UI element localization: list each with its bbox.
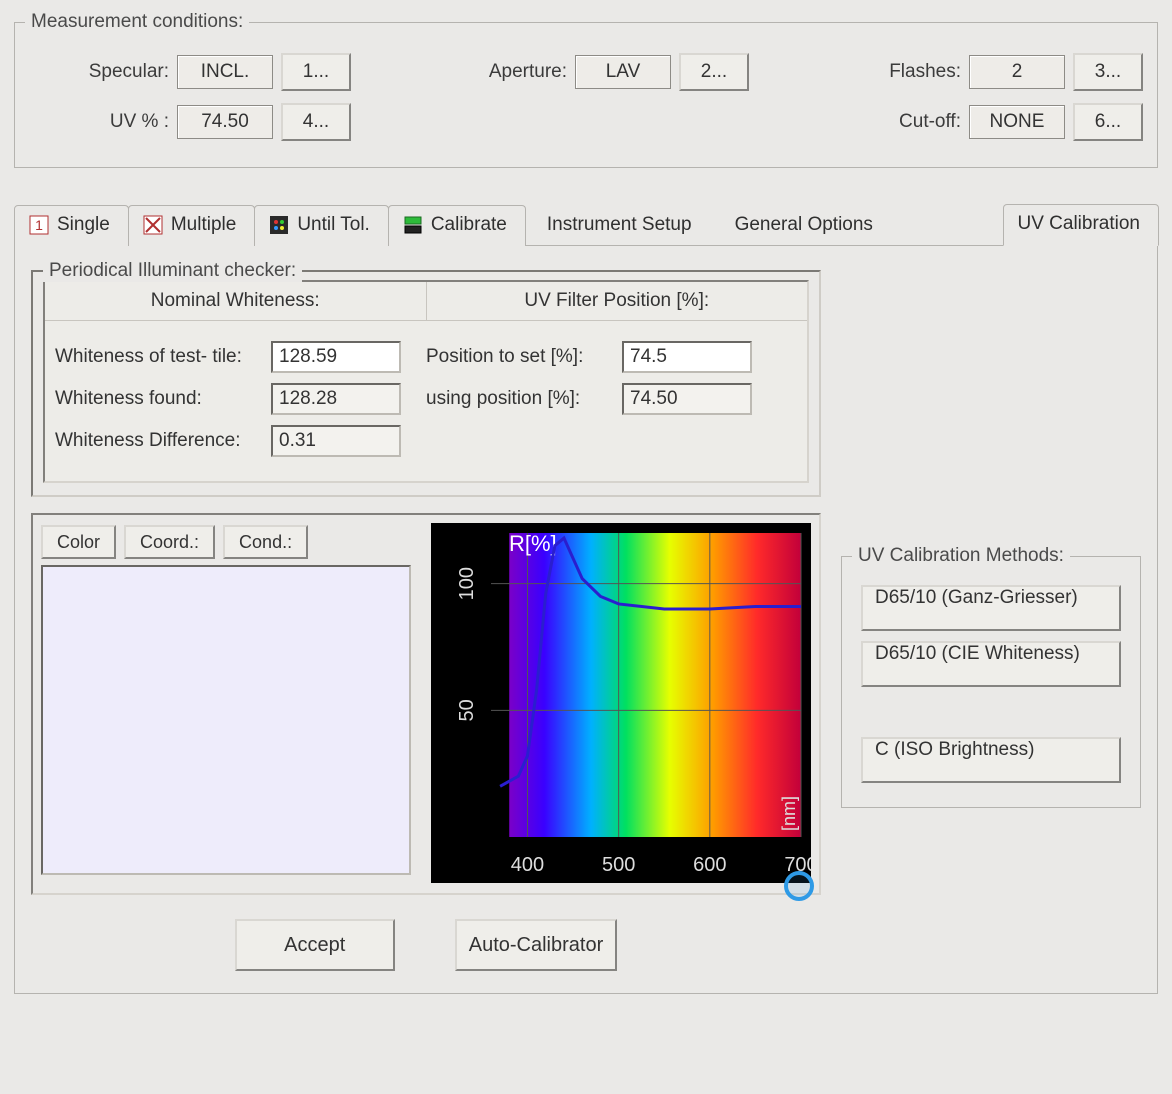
- svg-text:[nm]: [nm]: [779, 796, 799, 831]
- cutoff-value: NONE: [969, 105, 1065, 139]
- checker-legend: Periodical Illuminant checker:: [43, 260, 302, 282]
- tab-calibrate[interactable]: Calibrate: [388, 205, 526, 246]
- uv-calibration-methods-legend: UV Calibration Methods:: [852, 545, 1070, 567]
- tab-calibrate-label: Calibrate: [431, 214, 507, 236]
- whiteness-found-value: [271, 383, 401, 415]
- tab-instrument-setup[interactable]: Instrument Setup: [525, 206, 714, 246]
- uv-label: UV % :: [29, 111, 169, 133]
- tab-until-tol[interactable]: Until Tol.: [254, 205, 389, 246]
- flashes-button[interactable]: 3...: [1073, 53, 1143, 91]
- preview-and-chart-area: Color Coord.: Cond.: 400 500 600 700 50 100 R[…: [31, 513, 821, 895]
- uv-value: 74.50: [177, 105, 273, 139]
- whiteness-test-tile-input[interactable]: [271, 341, 401, 373]
- calibrate-icon: [403, 215, 423, 235]
- uv-calibration-panel: Periodical Illuminant checker: Nominal W…: [14, 246, 1158, 994]
- svg-text:700: 700: [784, 854, 811, 876]
- flashes-value: 2: [969, 55, 1065, 89]
- method-c-iso-brightness-button[interactable]: C (ISO Brightness): [861, 737, 1121, 783]
- measurement-conditions-legend: Measurement conditions:: [25, 11, 249, 33]
- using-position-value: [622, 383, 752, 415]
- flashes-label: Flashes:: [861, 61, 961, 83]
- svg-text:R[%]: R[%]: [509, 531, 557, 556]
- single-icon: 1: [29, 215, 49, 235]
- measurement-conditions-group: Measurement conditions: Specular: INCL. …: [14, 22, 1158, 168]
- uv-filter-position-header: UV Filter Position [%]:: [426, 282, 808, 321]
- svg-text:1: 1: [35, 217, 43, 233]
- method-d65-ganz-griesser-button[interactable]: D65/10 (Ganz-Griesser): [861, 585, 1121, 631]
- svg-text:400: 400: [511, 854, 544, 876]
- whiteness-difference-label: Whiteness Difference:: [55, 430, 265, 452]
- until-tol-icon: [269, 215, 289, 235]
- uv-calibration-methods-group: UV Calibration Methods: D65/10 (Ganz-Gri…: [841, 556, 1141, 808]
- subtab-color[interactable]: Color: [41, 525, 116, 559]
- tab-single-label: Single: [57, 214, 110, 236]
- aperture-label: Aperture:: [457, 61, 567, 83]
- multiple-icon: [143, 215, 163, 235]
- tab-strip: 1 Single Multiple Until Tol. Calibrate I…: [14, 204, 1158, 246]
- tab-uv-calibration[interactable]: UV Calibration: [1003, 204, 1160, 246]
- svg-text:50: 50: [456, 699, 478, 721]
- tab-multiple[interactable]: Multiple: [128, 205, 255, 246]
- specular-label: Specular:: [29, 61, 169, 83]
- svg-text:500: 500: [602, 854, 635, 876]
- nominal-whiteness-header: Nominal Whiteness:: [45, 282, 426, 321]
- aperture-button[interactable]: 2...: [679, 53, 749, 91]
- aperture-value: LAV: [575, 55, 671, 89]
- periodical-illuminant-checker-group: Periodical Illuminant checker: Nominal W…: [31, 270, 821, 497]
- position-to-set-label: Position to set [%]:: [426, 346, 616, 368]
- whiteness-found-label: Whiteness found:: [55, 388, 265, 410]
- tab-uv-calibration-label: UV Calibration: [1018, 213, 1141, 235]
- whiteness-test-tile-label: Whiteness of test- tile:: [55, 346, 265, 368]
- method-d65-cie-whiteness-button[interactable]: D65/10 (CIE Whiteness): [861, 641, 1121, 687]
- subtab-cond[interactable]: Cond.:: [223, 525, 308, 559]
- subtab-coord[interactable]: Coord.:: [124, 525, 215, 559]
- specular-value: INCL.: [177, 55, 273, 89]
- using-position-label: using position [%]:: [426, 388, 616, 410]
- tab-until-tol-label: Until Tol.: [297, 214, 370, 236]
- svg-text:100: 100: [456, 567, 478, 600]
- specular-button[interactable]: 1...: [281, 53, 351, 91]
- uv-button[interactable]: 4...: [281, 103, 351, 141]
- cutoff-label: Cut-off:: [861, 111, 961, 133]
- cutoff-button[interactable]: 6...: [1073, 103, 1143, 141]
- auto-calibrator-button[interactable]: Auto-Calibrator: [455, 919, 618, 971]
- reflectance-spectrum-chart: 400 500 600 700 50 100 R[%] [nm]: [431, 523, 811, 883]
- tab-instrument-setup-label: Instrument Setup: [547, 214, 692, 236]
- tab-single[interactable]: 1 Single: [14, 205, 129, 246]
- tab-general-options-label: General Options: [735, 214, 873, 236]
- accept-button[interactable]: Accept: [235, 919, 395, 971]
- tab-multiple-label: Multiple: [171, 214, 236, 236]
- position-to-set-input[interactable]: [622, 341, 752, 373]
- svg-text:600: 600: [693, 854, 726, 876]
- color-swatch: [41, 565, 411, 875]
- tab-general-options[interactable]: General Options: [713, 206, 895, 246]
- whiteness-difference-value: [271, 425, 401, 457]
